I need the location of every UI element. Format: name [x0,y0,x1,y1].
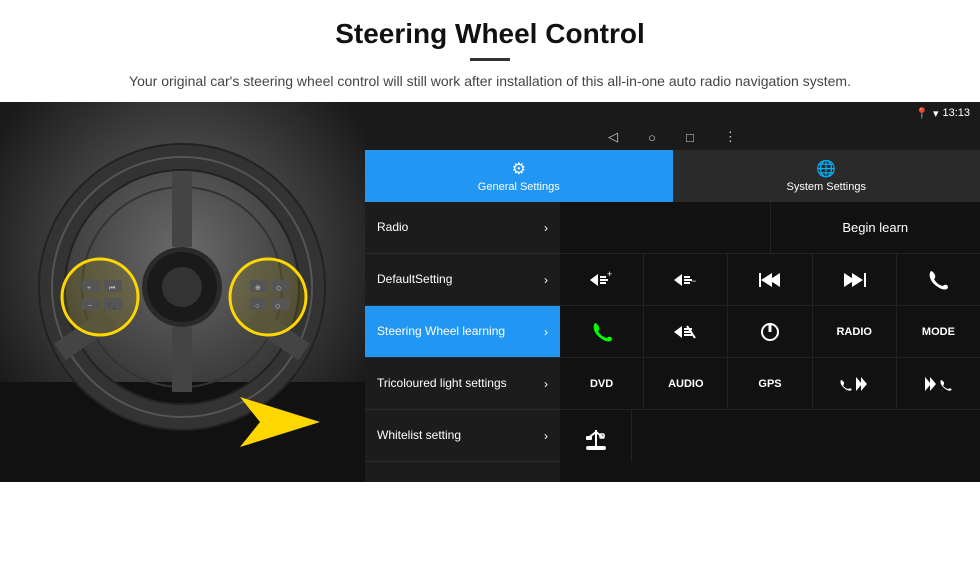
menu-item-steering-wheel-learning[interactable]: Steering Wheel learning › [365,306,560,358]
tab-bar: ⚙ General Settings 🌐 System Settings [365,150,980,202]
time-display: 13:13 [942,107,970,119]
svg-text:⏮: ⏮ [109,285,115,292]
control-row-2: RADIO MODE [560,306,980,358]
tab-general-settings[interactable]: ⚙ General Settings [365,150,673,202]
menu-item-whitelist[interactable]: Whitelist setting › [365,410,560,462]
control-row-3: DVD AUDIO GPS [560,358,980,410]
chevron-icon: › [544,273,548,287]
svg-text:◇: ◇ [276,285,282,292]
control-row-1: + − [560,254,980,306]
menu-item-defaultsetting[interactable]: DefaultSetting › [365,254,560,306]
right-panel: Begin learn + − [560,202,980,482]
page-title: Steering Wheel Control [60,18,920,50]
main-content: Radio › DefaultSetting › Steering Wheel … [365,202,980,482]
chevron-icon: › [544,429,548,443]
car-image-bg: + ⏮ − 📞 ⊕ ◇ ○ ◇ [0,102,365,482]
next-track-button[interactable] [813,254,897,305]
mute-button[interactable] [644,306,728,357]
menu-item-tricoloured[interactable]: Tricoloured light settings › [365,358,560,410]
home-nav-button[interactable]: ○ [648,130,656,145]
chevron-icon: › [544,325,548,339]
location-icon: 📍 [915,107,929,120]
svg-text:−: − [88,303,92,310]
radio-mode-button[interactable]: RADIO [813,306,897,357]
empty-cell [560,202,771,253]
phone-button[interactable] [897,254,980,305]
signal-icon: ▾ [933,107,939,120]
prev-track-button[interactable] [728,254,812,305]
skip-next-button[interactable] [897,358,980,409]
menu-nav-button[interactable]: ⋮ [724,129,737,145]
power-button[interactable] [728,306,812,357]
status-bar: 📍 ▾ 13:13 [365,102,980,124]
tab-general-settings-label: General Settings [478,181,560,193]
android-ui: 📍 ▾ 13:13 ◁ ○ □ ⋮ ⚙ General Settings 🌐 S… [365,102,980,482]
page-subtitle: Your original car's steering wheel contr… [60,71,920,92]
nav-bar: ◁ ○ □ ⋮ [365,124,980,150]
radio-row: Begin learn [560,202,980,254]
svg-text:+: + [607,269,612,279]
title-divider [470,58,510,61]
phone-prev-button[interactable] [813,358,897,409]
left-menu: Radio › DefaultSetting › Steering Wheel … [365,202,560,482]
globe-icon: 🌐 [816,159,836,179]
car-image-section: + ⏮ − 📞 ⊕ ◇ ○ ◇ [0,102,365,482]
dvd-button[interactable]: DVD [560,358,644,409]
svg-text:○: ○ [255,303,259,310]
menu-item-radio[interactable]: Radio › [365,202,560,254]
status-bar-icons: 📍 ▾ 13:13 [915,107,970,120]
gps-button[interactable]: GPS [728,358,812,409]
mode-button[interactable]: MODE [897,306,980,357]
audio-button[interactable]: AUDIO [644,358,728,409]
svg-text:◇: ◇ [275,303,281,310]
phone-answer-button[interactable] [560,306,644,357]
vol-up-button[interactable]: + [560,254,644,305]
usb-row [560,410,980,462]
tab-system-settings[interactable]: 🌐 System Settings [673,150,980,202]
content-area: + ⏮ − 📞 ⊕ ◇ ○ ◇ [0,102,980,482]
svg-text:📞: 📞 [108,301,117,310]
tab-system-settings-label: System Settings [787,181,866,193]
gear-icon: ⚙ [512,159,526,179]
usb-button[interactable] [560,410,632,462]
chevron-icon: › [544,377,548,391]
svg-text:⊕: ⊕ [255,285,261,292]
chevron-icon: › [544,221,548,235]
vol-down-button[interactable]: − [644,254,728,305]
svg-text:−: − [691,276,696,286]
recent-nav-button[interactable]: □ [686,130,694,145]
back-nav-button[interactable]: ◁ [608,129,618,145]
begin-learn-button[interactable]: Begin learn [771,202,980,253]
page-header: Steering Wheel Control Your original car… [0,0,980,102]
svg-text:+: + [87,285,91,292]
